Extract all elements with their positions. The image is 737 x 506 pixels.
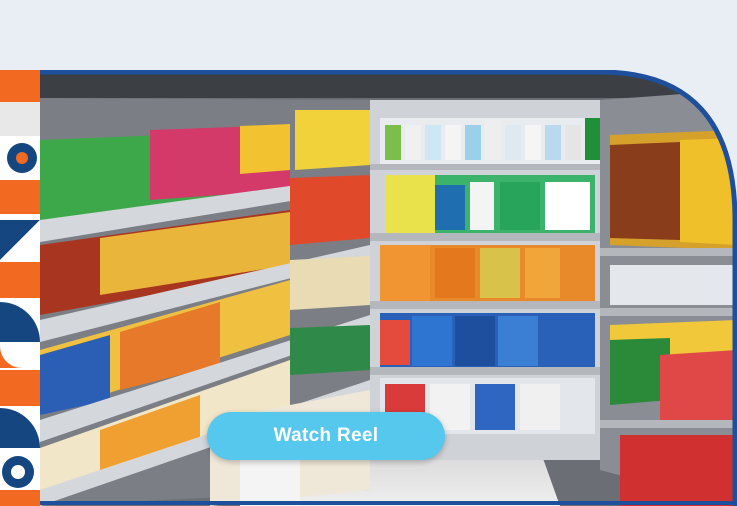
- watch-reel-button[interactable]: Watch Reel: [207, 412, 445, 460]
- decorative-pattern-strip: [0, 70, 40, 506]
